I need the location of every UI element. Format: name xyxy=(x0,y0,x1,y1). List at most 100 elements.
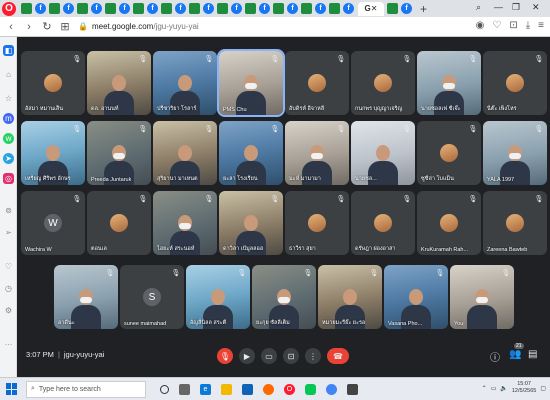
messenger-icon[interactable]: m xyxy=(3,113,14,124)
captions-button[interactable]: ▭ xyxy=(261,348,277,364)
browser-tab[interactable] xyxy=(245,3,256,14)
browser-tab[interactable] xyxy=(77,3,88,14)
participant-tile[interactable]: 🎙 Zareena Bawteb xyxy=(483,191,547,255)
minimize-icon[interactable]: — xyxy=(494,2,503,12)
url-field[interactable]: 🔒 meet.google.com/jgu-yuyu-yai xyxy=(78,20,378,34)
history-icon[interactable]: ◷ xyxy=(3,283,14,294)
participant-tile[interactable]: 🎙 PMS Chu xyxy=(217,49,285,117)
home-icon[interactable]: ⊞ xyxy=(58,20,72,33)
meeting-details-icon[interactable]: ⓘ xyxy=(490,349,500,364)
participant-tile[interactable]: 🎙 อัญลีนิลล สระตี xyxy=(186,265,250,329)
browser-tab[interactable] xyxy=(161,3,172,14)
present-button[interactable]: ⊡ xyxy=(283,348,299,364)
camera-icon[interactable]: ◉ xyxy=(476,20,485,31)
mic-toggle-button[interactable]: 🎙 xyxy=(217,348,233,364)
firefox-icon[interactable] xyxy=(263,383,274,395)
task-view-icon[interactable] xyxy=(179,383,190,395)
browser-tab[interactable]: f xyxy=(343,3,354,14)
heart-icon[interactable]: ♡ xyxy=(3,261,14,272)
participant-tile[interactable]: 🎙 ดรัษฎา ผ่องอาสา xyxy=(351,191,415,255)
more-icon[interactable]: … xyxy=(3,337,14,348)
volume-icon[interactable]: 🔈 xyxy=(500,385,507,392)
participant-tile[interactable]: 🎙 อาดีนะ xyxy=(54,265,118,329)
easy-setup-icon[interactable]: ≡ xyxy=(538,20,544,31)
participant-tile[interactable]: 🎙 มะห์ มามามา xyxy=(285,121,349,185)
new-tab-icon[interactable]: + xyxy=(420,2,427,16)
browser-tab[interactable] xyxy=(387,3,398,14)
star-icon[interactable]: ☆ xyxy=(3,93,14,104)
search-tabs-icon[interactable]: ⌕ xyxy=(476,2,481,13)
participant-tile[interactable]: 🎙 You xyxy=(450,265,514,329)
snapshot-sidebar-icon[interactable]: ⊚ xyxy=(3,205,14,216)
browser-tab[interactable] xyxy=(217,3,228,14)
participant-tile[interactable]: 🎙 ดล. อานนท์ xyxy=(87,51,151,115)
line-icon[interactable] xyxy=(305,383,316,395)
participant-tile[interactable]: 🎙 Vasana Pho... xyxy=(384,265,448,329)
snapshot-icon[interactable]: ⊡ xyxy=(509,20,517,31)
back-icon[interactable]: ‹ xyxy=(4,21,18,33)
browser-tab[interactable] xyxy=(329,3,340,14)
participant-tile[interactable]: S 🎙 sunee maimahad xyxy=(120,265,184,329)
more-options-button[interactable]: ⋮ xyxy=(305,348,321,364)
taskbar-clock[interactable]: 15:07 12/5/2565 xyxy=(512,381,536,395)
camera-toggle-button[interactable]: ▶ xyxy=(239,348,255,364)
browser-tab[interactable] xyxy=(273,3,284,14)
browser-tab[interactable]: f xyxy=(315,3,326,14)
speed-dial-icon[interactable]: ◧ xyxy=(3,45,14,56)
participant-tile[interactable]: 🎙 ยะกุย ซัลลีเต็ม xyxy=(252,265,316,329)
browser-tab[interactable]: f xyxy=(259,3,270,14)
browser-tab[interactable]: f xyxy=(175,3,186,14)
participant-tile[interactable]: 🎙 หมายมะรีย๊ะ ยะรอ xyxy=(318,265,382,329)
browser-tab[interactable]: f xyxy=(147,3,158,14)
participant-tile[interactable]: 🎙 ตอนเล xyxy=(87,191,151,255)
opera-icon[interactable]: O xyxy=(284,383,295,395)
participant-tile[interactable]: 🎙 นายชล... xyxy=(351,121,415,185)
chat-icon[interactable]: ▤ xyxy=(528,349,537,360)
participant-tile[interactable]: 🎙 นีต๊ะ เพ็งโหร xyxy=(483,51,547,115)
browser-tab[interactable] xyxy=(49,3,60,14)
media-app-icon[interactable] xyxy=(347,383,358,395)
file-explorer-icon[interactable] xyxy=(221,383,232,395)
participant-tile[interactable]: 🎙 KruKuramah Rah... xyxy=(417,191,481,255)
telegram-icon[interactable]: ➤ xyxy=(3,153,14,164)
participant-tile[interactable]: 🎙 ธาวีรา สุยา xyxy=(285,191,349,255)
taskbar-search-input[interactable]: ⌕ Type here to search xyxy=(26,380,146,398)
reload-icon[interactable]: ↻ xyxy=(40,20,54,33)
browser-tab[interactable]: f xyxy=(287,3,298,14)
bookmark-icon[interactable]: ♡ xyxy=(492,20,501,31)
browser-tab[interactable]: f xyxy=(401,3,412,14)
tray-chevron-icon[interactable]: ⌃ xyxy=(482,385,487,392)
people-icon[interactable]: 👥 xyxy=(509,349,521,360)
participant-tile[interactable]: 🎙 กนกพร บุญญาเจริญ xyxy=(351,51,415,115)
browser-tab[interactable]: f xyxy=(203,3,214,14)
participant-tile[interactable]: 🎙 ดาวิลา เป้มูลลอฮ xyxy=(219,191,283,255)
active-meet-tab[interactable]: G ✕ xyxy=(358,1,384,16)
edge-icon[interactable]: e xyxy=(200,383,211,395)
network-icon[interactable]: ▭ xyxy=(491,385,497,392)
participant-tile[interactable]: 🎙 นายซอลเฟ ซีเจ๊ะ xyxy=(417,51,481,115)
participant-tile[interactable]: 🎙 Preeda Juntaruk xyxy=(87,121,151,185)
participant-tile[interactable]: 🎙 ปรีซาริยา โรลาร์ xyxy=(153,51,217,115)
opera-menu-icon[interactable]: O xyxy=(2,1,16,16)
browser-tab[interactable] xyxy=(21,3,32,14)
participant-tile[interactable]: 🎙 อัสมา หมานเส็น xyxy=(21,51,85,115)
send-icon[interactable]: ➢ xyxy=(3,227,14,238)
notifications-icon[interactable]: ▢ xyxy=(540,385,546,392)
participant-tile[interactable]: 🎙 เหรียญ ศิริพร อักษร xyxy=(21,121,85,185)
forward-icon[interactable]: › xyxy=(22,21,36,33)
close-window-icon[interactable]: ✕ xyxy=(532,2,540,13)
browser-tab[interactable]: f xyxy=(119,3,130,14)
browser-tab[interactable] xyxy=(301,3,312,14)
browser-tab[interactable]: f xyxy=(231,3,242,14)
store-icon[interactable] xyxy=(242,383,253,395)
participant-tile[interactable]: 🎙 อับดิรห์ อีจาหลี xyxy=(285,51,349,115)
browser-tab[interactable] xyxy=(133,3,144,14)
participant-tile[interactable]: 🎙 ซูซีล่า โบแม็น xyxy=(417,121,481,185)
cortana-icon[interactable] xyxy=(160,384,169,394)
browser-tab[interactable]: f xyxy=(35,3,46,14)
settings-icon[interactable]: ⚙ xyxy=(3,305,14,316)
whatsapp-icon[interactable]: w xyxy=(3,133,14,144)
browser-tab[interactable] xyxy=(189,3,200,14)
browser-tab[interactable]: f xyxy=(91,3,102,14)
participant-tile[interactable]: 🎙 ไฮยะห์ สระนอห์ xyxy=(153,191,217,255)
